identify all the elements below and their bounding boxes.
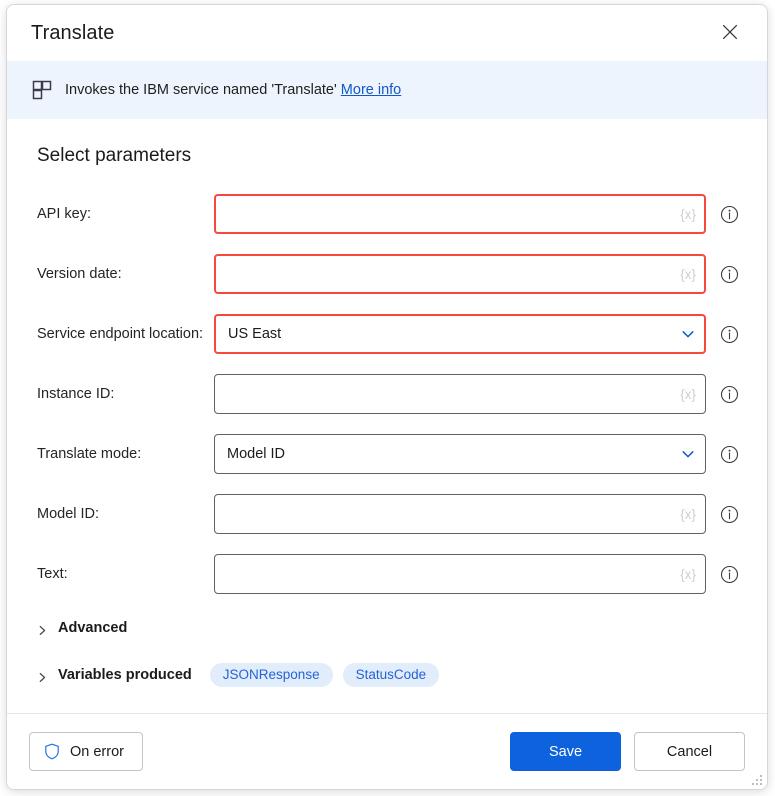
variable-pill[interactable]: JSONResponse [209,662,333,688]
more-info-link[interactable]: More info [341,82,401,98]
field-wrap-text: {x} [214,554,706,594]
expander-variables-produced-label: Variables produced [58,667,192,683]
label-text: Text: [37,566,68,582]
cancel-button[interactable]: Cancel [634,732,745,771]
field-row-text: Text: {x} [31,553,743,595]
variable-token-icon[interactable]: {x} [680,494,696,534]
text-input[interactable] [214,554,706,594]
field-wrap-version-date: {x} [214,254,706,294]
instance-id-input[interactable] [214,374,706,414]
field-wrap-instance-id: {x} [214,374,706,414]
version-date-input[interactable] [214,254,706,294]
field-row-instance-id: Instance ID: {x} [31,373,743,415]
field-wrap-translate-mode: Model ID [214,434,706,474]
close-icon [722,24,738,43]
api-key-input[interactable] [214,194,706,234]
label-translate-mode: Translate mode: [37,446,142,462]
expander-advanced[interactable]: Advanced [37,613,743,643]
field-row-service-endpoint-location: Service endpoint location: US East [31,313,743,355]
variable-token-icon[interactable]: {x} [680,254,696,294]
label-api-key: API key: [37,206,91,222]
service-endpoint-location-value: US East [228,326,282,342]
expander-variables-produced[interactable]: Variables produced JSONResponse StatusCo… [37,660,743,690]
dialog-titlebar: Translate [7,5,767,61]
translate-dialog: Translate Invokes the IBM service named … [6,4,768,790]
save-button[interactable]: Save [510,732,621,771]
on-error-label: On error [70,743,124,760]
chevron-right-icon [37,623,48,635]
section-title: Select parameters [37,145,192,166]
model-id-input[interactable] [214,494,706,534]
label-service-endpoint-location: Service endpoint location: [37,326,204,342]
label-instance-id: Instance ID: [37,386,115,402]
chevron-right-icon [37,670,48,682]
field-row-model-id: Model ID: {x} [31,493,743,535]
banner-message: Invokes the IBM service named 'Translate… [65,83,401,98]
info-icon[interactable] [720,265,739,284]
info-banner: Invokes the IBM service named 'Translate… [7,61,767,119]
field-row-version-date: Version date: {x} [31,253,743,295]
field-row-translate-mode: Translate mode: Model ID [31,433,743,475]
info-icon[interactable] [720,385,739,404]
service-endpoint-location-select[interactable]: US East [214,314,706,354]
variable-pill-list: JSONResponse StatusCode [209,662,440,688]
footer-actions: Save Cancel [510,732,745,771]
banner-message-text: Invokes the IBM service named 'Translate… [65,81,337,98]
field-row-api-key: API key: {x} [31,193,743,235]
info-icon[interactable] [720,325,739,344]
shield-icon [44,743,60,760]
variable-token-icon[interactable]: {x} [680,554,696,594]
resize-grip-icon[interactable] [750,773,763,786]
field-wrap-model-id: {x} [214,494,706,534]
dialog-footer: On error Save Cancel [7,713,767,789]
label-model-id: Model ID: [37,506,100,522]
field-wrap-service-endpoint-location: US East [214,314,706,354]
dialog-body: Select parameters API key: {x} Version d… [7,119,767,713]
info-icon[interactable] [720,205,739,224]
service-blocks-icon [31,79,53,101]
label-version-date: Version date: [37,266,122,282]
info-icon[interactable] [720,505,739,524]
dialog-title: Translate [31,21,115,44]
info-icon[interactable] [720,565,739,584]
expander-advanced-label: Advanced [58,620,128,636]
info-icon[interactable] [720,445,739,464]
field-wrap-api-key: {x} [214,194,706,234]
translate-mode-select[interactable]: Model ID [214,434,706,474]
on-error-button[interactable]: On error [29,732,143,771]
variable-token-icon[interactable]: {x} [680,194,696,234]
variable-pill[interactable]: StatusCode [342,662,440,688]
translate-mode-value: Model ID [227,446,286,462]
close-button[interactable] [711,14,749,52]
variable-token-icon[interactable]: {x} [680,374,696,414]
